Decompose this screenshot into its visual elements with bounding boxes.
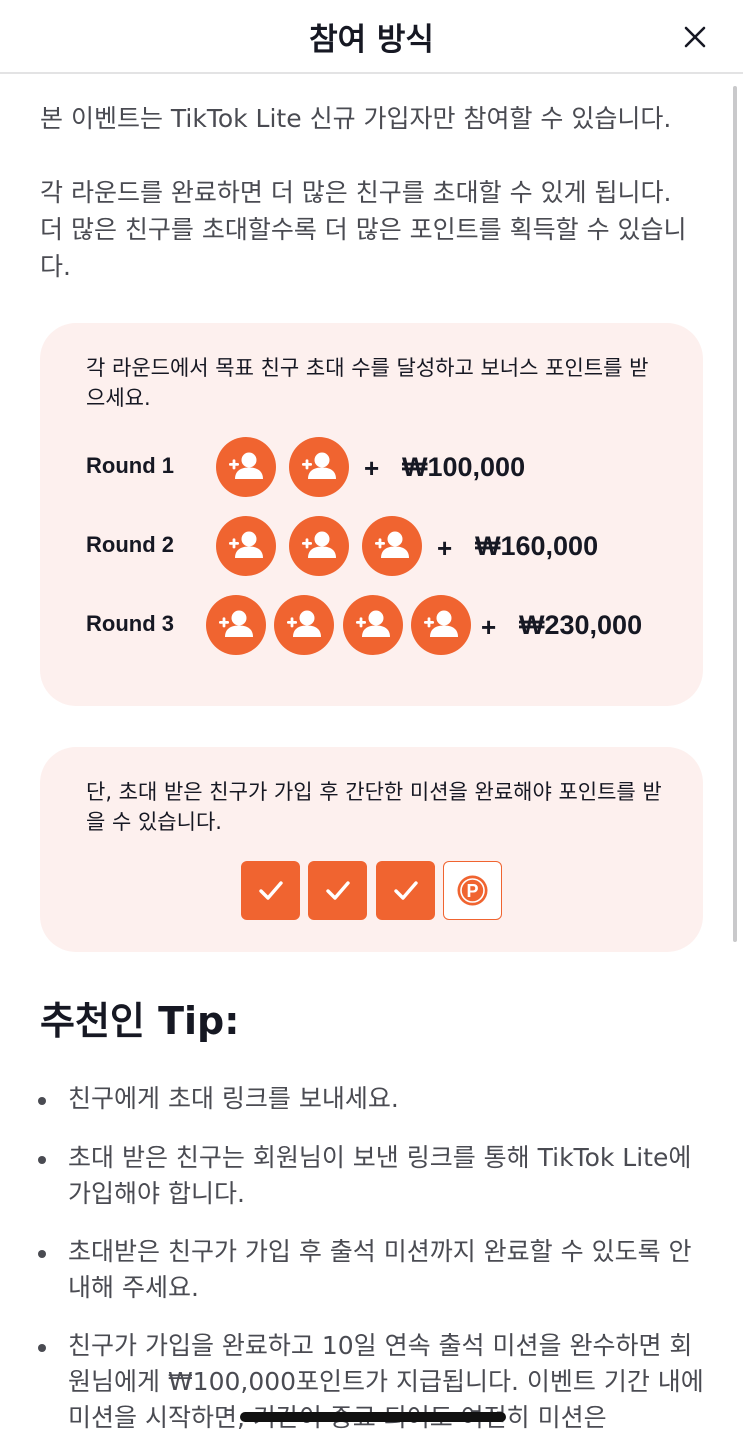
svg-text:P: P xyxy=(466,881,478,901)
close-icon xyxy=(684,26,706,48)
plus-sign: + xyxy=(437,533,453,563)
add-friend-icon xyxy=(216,437,276,497)
close-button[interactable] xyxy=(676,18,714,56)
round-3-label: Round 3 xyxy=(86,611,174,636)
checkmark-icon xyxy=(376,861,435,920)
round-3-amount: ₩230,000 xyxy=(519,610,643,640)
tip-item-3: 초대받은 친구가 가입 후 출석 미션까지 완료할 수 있도록 안내해 주세요. xyxy=(68,1237,692,1302)
add-friend-icon xyxy=(206,595,266,655)
plus-sign: + xyxy=(481,612,497,642)
checkmark-icon xyxy=(241,861,300,920)
add-friend-icon xyxy=(411,595,471,655)
header-bar: 참여 방식 xyxy=(0,0,743,74)
round-1-label: Round 1 xyxy=(86,453,174,478)
add-friend-icon xyxy=(274,595,334,655)
page-title: 참여 방식 xyxy=(309,22,434,58)
add-friend-icon xyxy=(289,437,349,497)
rounds-intro-text: 각 라운드를 완료하면 더 많은 친구를 초대할 수 있게 됩니다. 더 많은 … xyxy=(40,178,687,281)
mission-card: 단, 초대 받은 친구가 가입 후 간단한 미션을 완료해야 포인트를 받을 수… xyxy=(40,747,703,952)
home-indicator[interactable] xyxy=(240,1412,506,1422)
content-area: 참여 방식 본 이벤트는 TikTok Lite 신규 가입자만 참여할 수 있… xyxy=(0,0,743,1440)
rounds-description: 각 라운드에서 목표 친구 초대 수를 달성하고 보너스 포인트를 받으세요. xyxy=(86,356,649,410)
round-2-amount: ₩160,000 xyxy=(475,531,599,561)
add-friend-icon xyxy=(289,516,349,576)
round-1-amount: ₩100,000 xyxy=(402,452,526,482)
add-friend-icon xyxy=(362,516,422,576)
tip-item-2: 초대 받은 친구는 회원님이 보낸 링크를 통해 TikTok Lite에 가입… xyxy=(68,1143,692,1208)
bullet-dot xyxy=(38,1250,46,1258)
rounds-card: 각 라운드에서 목표 친구 초대 수를 달성하고 보너스 포인트를 받으세요. … xyxy=(40,323,703,706)
bullet-dot xyxy=(38,1097,46,1105)
eligibility-text: 본 이벤트는 TikTok Lite 신규 가입자만 참여할 수 있습니다. xyxy=(40,104,672,133)
tips-title: 추천인 Tip: xyxy=(40,999,240,1043)
bullet-dot xyxy=(38,1156,46,1164)
add-friend-icon xyxy=(216,516,276,576)
bullet-dot xyxy=(38,1344,46,1352)
plus-sign: + xyxy=(364,453,380,483)
scrollbar[interactable] xyxy=(733,86,737,942)
tip-item-1: 친구에게 초대 링크를 보내세요. xyxy=(68,1084,399,1113)
add-friend-icon xyxy=(343,595,403,655)
checkmark-icon xyxy=(308,861,367,920)
mission-description: 단, 초대 받은 친구가 가입 후 간단한 미션을 완료해야 포인트를 받을 수… xyxy=(86,780,662,834)
round-2-label: Round 2 xyxy=(86,532,174,557)
points-icon: P xyxy=(443,861,502,920)
